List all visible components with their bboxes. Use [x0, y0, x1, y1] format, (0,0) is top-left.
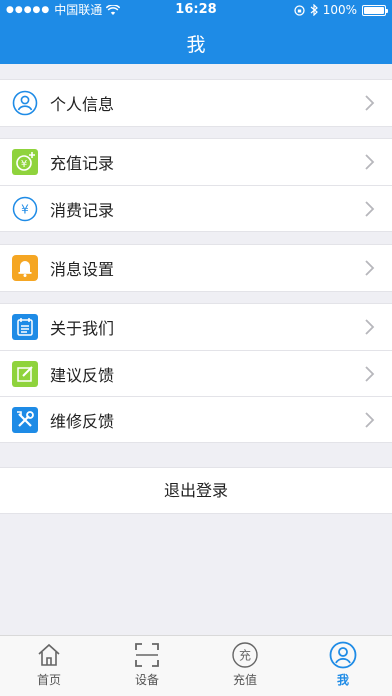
svg-text:¥: ¥	[21, 202, 29, 216]
orientation-lock-icon	[294, 4, 305, 16]
yen-circle-icon: ¥	[12, 196, 38, 222]
app-header: ●●●●● 中国联通 16:28 100% 我	[0, 0, 392, 64]
svg-text:¥: ¥	[21, 159, 27, 170]
svg-text:充: 充	[239, 648, 251, 663]
user-circle-icon	[12, 90, 38, 116]
chevron-right-icon	[365, 201, 375, 217]
chevron-right-icon	[365, 366, 375, 382]
tab-recharge[interactable]: 充 充值	[196, 636, 294, 696]
menu-label: 关于我们	[50, 319, 115, 338]
home-icon	[38, 643, 60, 666]
tab-label: 设备	[134, 673, 159, 687]
document-icon	[12, 314, 38, 340]
bluetooth-icon	[310, 4, 318, 16]
page-title: 我	[186, 34, 206, 56]
profile-group: 个人信息	[0, 79, 392, 127]
chevron-right-icon	[365, 412, 375, 428]
user-icon	[329, 641, 357, 669]
menu-label: 消费记录	[50, 200, 115, 220]
menu-item-about-us[interactable]: 关于我们	[0, 304, 392, 350]
tools-icon	[12, 406, 38, 433]
menu-item-profile[interactable]: 个人信息	[0, 80, 392, 126]
recharge-record-icon: ¥	[12, 149, 38, 175]
tab-bar: 首页 设备 充 充值 我	[0, 635, 392, 696]
records-group: ¥ 充值记录 ¥ 消费记录	[0, 138, 392, 232]
tab-me[interactable]: 我	[294, 636, 392, 696]
menu-item-repair-feedback[interactable]: 维修反馈	[0, 396, 392, 442]
bell-icon	[12, 255, 38, 281]
chevron-right-icon	[365, 319, 375, 335]
battery-icon	[362, 4, 388, 16]
menu-label: 个人信息	[50, 95, 115, 114]
edit-icon	[12, 360, 38, 387]
menu-label: 建议反馈	[50, 365, 115, 385]
chevron-right-icon	[365, 154, 375, 170]
status-bar: ●●●●● 中国联通 16:28 100%	[0, 0, 392, 20]
battery-percent: 100%	[322, 3, 357, 17]
tab-device[interactable]: 设备	[98, 636, 196, 696]
tab-label: 充值	[232, 673, 257, 687]
menu-item-message-settings[interactable]: 消息设置	[0, 245, 392, 291]
menu-label: 消息设置	[50, 260, 115, 279]
logout-button[interactable]: 退出登录	[0, 467, 392, 514]
chevron-right-icon	[365, 260, 375, 276]
tab-home[interactable]: 首页	[0, 636, 98, 696]
menu-item-suggestion-feedback[interactable]: 建议反馈	[0, 350, 392, 396]
recharge-icon: 充	[232, 642, 258, 668]
chevron-right-icon	[365, 95, 375, 111]
menu-item-consumption-records[interactable]: ¥ 消费记录	[0, 185, 392, 231]
about-group: 关于我们 建议反馈 维修反馈	[0, 303, 392, 443]
menu-item-recharge-records[interactable]: ¥ 充值记录	[0, 139, 392, 185]
menu-label: 维修反馈	[50, 411, 115, 431]
tab-label: 首页	[36, 673, 61, 687]
menu-label: 充值记录	[50, 154, 115, 173]
scan-icon	[135, 643, 159, 667]
settings-group: 消息设置	[0, 244, 392, 292]
tab-label: 我	[336, 673, 349, 687]
